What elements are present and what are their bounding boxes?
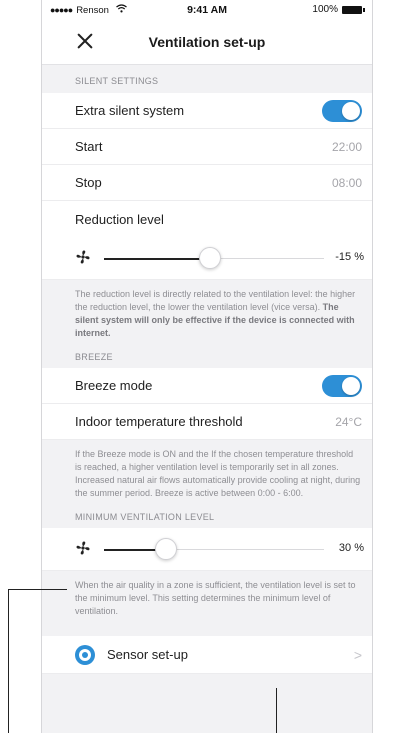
- reduction-slider-row: -15 %: [42, 237, 372, 280]
- minimum-slider-row: 30 %: [42, 528, 372, 571]
- section-header-minimum: MINIMUM VENTILATION LEVEL: [75, 512, 215, 522]
- reduction-value: -15 %: [335, 251, 364, 263]
- minimum-slider-track[interactable]: [104, 538, 324, 560]
- app-screen: ●●●●● Renson 9:41 AM 100% Ventilation se…: [41, 0, 373, 733]
- reduction-level-row: Reduction level: [42, 201, 372, 237]
- callout-line: [8, 589, 9, 733]
- reduction-note: The reduction level is directly related …: [42, 280, 372, 346]
- extra-silent-row: Extra silent system: [42, 93, 372, 129]
- chevron-right-icon: >: [353, 646, 362, 663]
- sensor-icon: [75, 644, 95, 665]
- section-header-breeze: BREEZE: [75, 352, 113, 362]
- sensor-setup-label: Sensor set-up: [107, 647, 188, 662]
- temperature-threshold-row[interactable]: Indoor temperature threshold 24°C: [42, 404, 372, 440]
- toggle-knob: [342, 101, 360, 120]
- callout-line: [8, 589, 67, 590]
- page-title: Ventilation set-up: [148, 34, 266, 50]
- stop-row[interactable]: Stop 08:00: [42, 165, 372, 201]
- sensor-setup-row[interactable]: Sensor set-up >: [42, 636, 372, 674]
- fan-icon: [76, 250, 90, 264]
- extra-silent-toggle[interactable]: [322, 99, 362, 122]
- reduction-level-label: Reduction level: [75, 211, 164, 227]
- battery-percent: 100%: [312, 4, 338, 15]
- callout-line: [276, 688, 277, 733]
- status-bar: ●●●●● Renson 9:41 AM 100%: [42, 0, 372, 22]
- reduction-slider-fill: [104, 257, 210, 260]
- breeze-mode-toggle[interactable]: [322, 374, 362, 397]
- minimum-note: When the air quality in a zone is suffic…: [75, 580, 356, 616]
- reduction-slider-track[interactable]: [104, 247, 324, 269]
- extra-silent-label: Extra silent system: [75, 103, 185, 118]
- reduction-slider-thumb[interactable]: [198, 247, 221, 269]
- breeze-mode-row: Breeze mode: [42, 368, 372, 404]
- minimum-slider-thumb[interactable]: [154, 538, 177, 560]
- start-row[interactable]: Start 22:00: [42, 129, 372, 165]
- stop-value: 08:00: [331, 175, 362, 190]
- start-label: Start: [75, 139, 103, 154]
- breeze-note: If the Breeze mode is ON and the If the …: [75, 449, 361, 498]
- fan-icon: [76, 541, 90, 555]
- start-value: 22:00: [331, 139, 362, 154]
- breeze-mode-label: Breeze mode: [75, 378, 153, 393]
- stop-label: Stop: [75, 175, 102, 190]
- toggle-knob: [342, 376, 360, 395]
- battery-icon: [342, 5, 365, 14]
- navigation-bar: Ventilation set-up: [42, 22, 372, 65]
- section-header-silent: SILENT SETTINGS: [75, 76, 159, 86]
- temperature-threshold-label: Indoor temperature threshold: [75, 414, 243, 429]
- reduction-note-text: The reduction level is directly related …: [75, 289, 356, 312]
- temperature-threshold-value: 24°C: [335, 414, 362, 429]
- minimum-value: 30 %: [338, 542, 364, 554]
